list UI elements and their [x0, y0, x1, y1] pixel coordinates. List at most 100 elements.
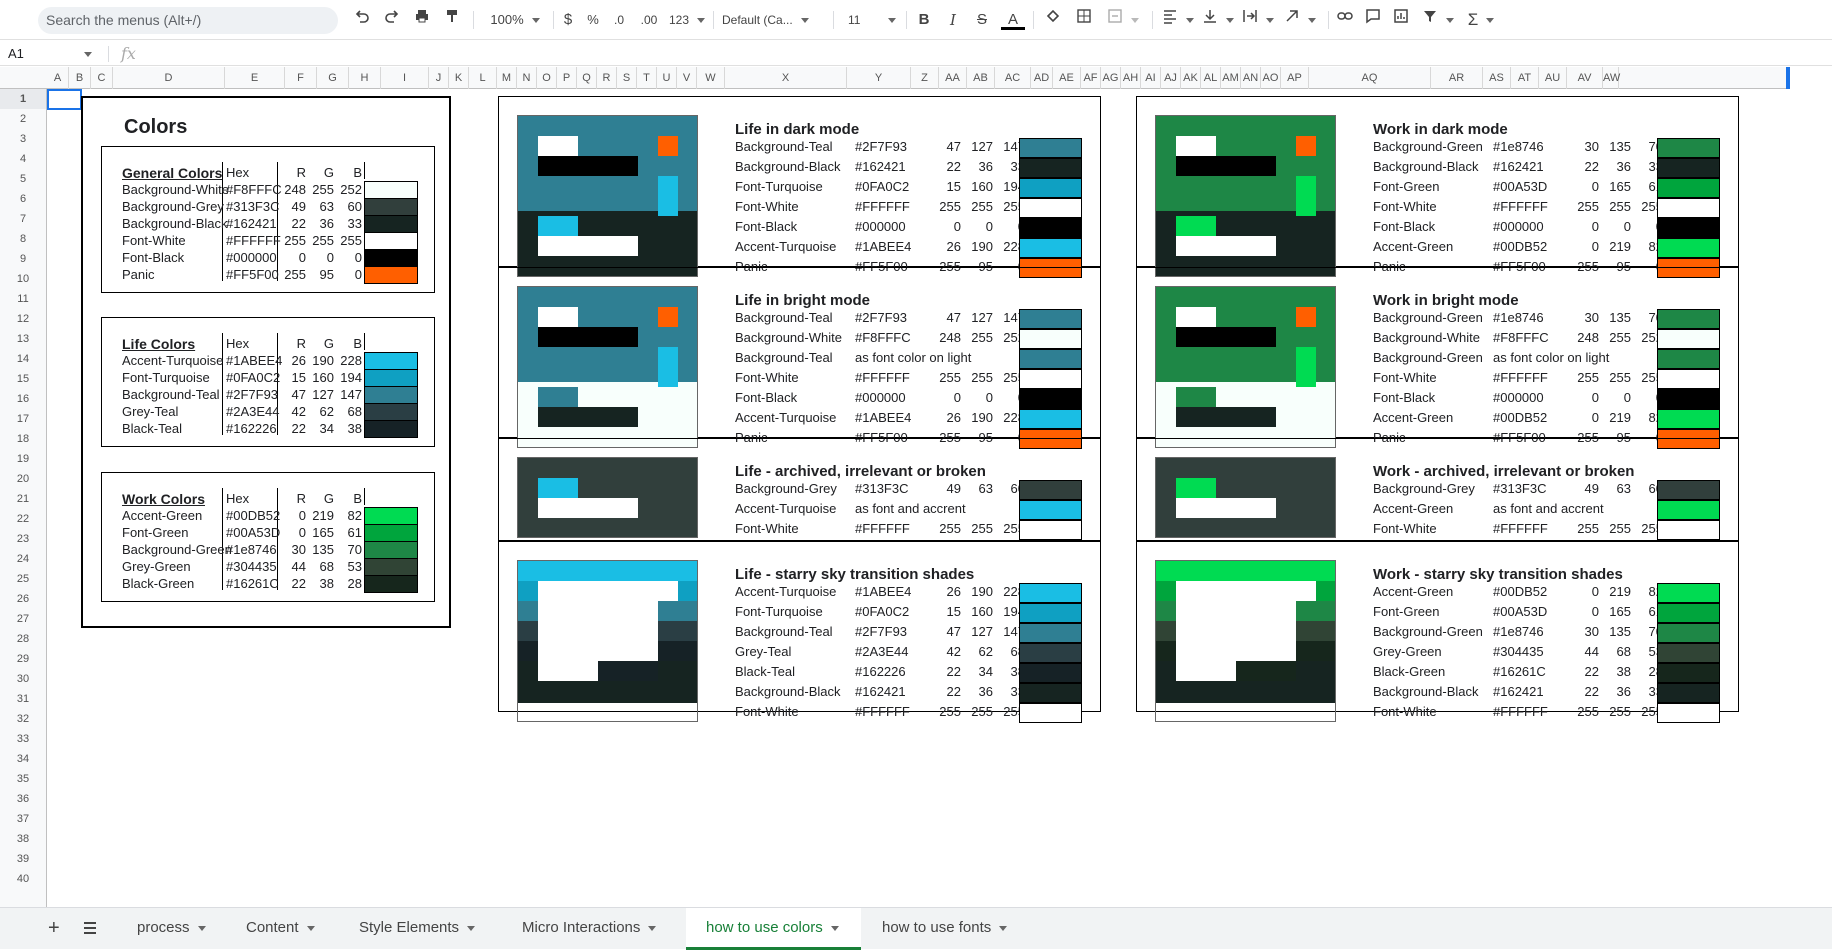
column-header[interactable]: T	[637, 67, 657, 89]
column-header[interactable]: K	[449, 67, 469, 89]
row-header[interactable]: 1	[0, 89, 46, 109]
column-header[interactable]: AN	[1241, 67, 1261, 89]
row-header[interactable]: 6	[0, 189, 46, 209]
row-header[interactable]: 29	[0, 649, 46, 669]
column-header[interactable]: P	[557, 67, 577, 89]
chart-icon[interactable]	[1390, 8, 1412, 32]
row-header[interactable]: 2	[0, 109, 46, 129]
column-header[interactable]: AP	[1281, 67, 1309, 89]
column-header[interactable]: AS	[1483, 67, 1511, 89]
all-sheets-icon[interactable]	[82, 921, 98, 940]
column-header[interactable]: I	[381, 67, 429, 89]
row-header[interactable]: 4	[0, 149, 46, 169]
row-header[interactable]: 30	[0, 669, 46, 689]
sheet-tab[interactable]: process	[117, 908, 222, 950]
font-family-select[interactable]: Default (Ca...	[722, 8, 822, 32]
column-header[interactable]: AL	[1201, 67, 1221, 89]
column-header[interactable]: J	[429, 67, 449, 89]
add-sheet-icon[interactable]: +	[48, 918, 60, 938]
column-header[interactable]: C	[91, 67, 113, 89]
column-header[interactable]: AQ	[1309, 67, 1431, 89]
column-header[interactable]: AK	[1181, 67, 1201, 89]
column-header[interactable]: AB	[967, 67, 995, 89]
column-header[interactable]: AI	[1141, 67, 1161, 89]
functions-icon[interactable]: Σ	[1462, 8, 1500, 32]
row-header[interactable]: 7	[0, 209, 46, 229]
row-header[interactable]: 27	[0, 609, 46, 629]
column-header[interactable]: AG	[1101, 67, 1121, 89]
row-header[interactable]: 19	[0, 449, 46, 469]
column-header[interactable]: X	[725, 67, 847, 89]
sheet-tab[interactable]: Micro Interactions	[502, 908, 682, 950]
column-header[interactable]: G	[317, 67, 349, 89]
comment-icon[interactable]	[1362, 8, 1384, 32]
column-header[interactable]: L	[469, 67, 497, 89]
valign-icon[interactable]	[1200, 8, 1236, 32]
row-header[interactable]: 3	[0, 129, 46, 149]
column-header[interactable]: N	[517, 67, 537, 89]
formula-input[interactable]	[148, 44, 1748, 64]
row-header[interactable]: 34	[0, 749, 46, 769]
row-header[interactable]: 32	[0, 709, 46, 729]
row-header[interactable]: 8	[0, 229, 46, 249]
font-size-select[interactable]: 11	[840, 8, 900, 32]
row-header[interactable]: 37	[0, 809, 46, 829]
percent-button[interactable]: %	[583, 8, 603, 32]
column-header[interactable]: R	[597, 67, 617, 89]
column-header[interactable]: AR	[1431, 67, 1483, 89]
row-header[interactable]: 35	[0, 769, 46, 789]
bold-button[interactable]: B	[913, 8, 935, 32]
row-header[interactable]: 24	[0, 549, 46, 569]
column-header[interactable]: E	[225, 67, 285, 89]
chevron-down-icon[interactable]	[648, 925, 657, 931]
row-header[interactable]: 28	[0, 629, 46, 649]
redo-icon[interactable]	[380, 8, 404, 32]
chevron-down-icon[interactable]	[999, 925, 1008, 931]
rotate-icon[interactable]	[1280, 8, 1320, 32]
column-header[interactable]: U	[657, 67, 677, 89]
column-header[interactable]: W	[697, 67, 725, 89]
fill-color-icon[interactable]	[1042, 8, 1064, 32]
merge-icon[interactable]	[1103, 8, 1143, 32]
row-header[interactable]: 16	[0, 389, 46, 409]
row-header[interactable]: 5	[0, 169, 46, 189]
column-header[interactable]: Q	[577, 67, 597, 89]
row-header[interactable]: 23	[0, 529, 46, 549]
column-header[interactable]: M	[497, 67, 517, 89]
column-header[interactable]: AH	[1121, 67, 1141, 89]
row-header[interactable]: 22	[0, 509, 46, 529]
row-header[interactable]: 33	[0, 729, 46, 749]
column-header[interactable]: AM	[1221, 67, 1241, 89]
row-header[interactable]: 14	[0, 349, 46, 369]
filter-icon[interactable]	[1418, 8, 1458, 32]
column-header[interactable]: D	[113, 67, 225, 89]
chevron-down-icon[interactable]	[467, 925, 476, 931]
row-header[interactable]: 31	[0, 689, 46, 709]
row-header[interactable]: 38	[0, 829, 46, 849]
chevron-down-icon[interactable]	[197, 925, 206, 931]
column-header[interactable]: AJ	[1161, 67, 1181, 89]
align-icon[interactable]	[1160, 8, 1196, 32]
text-color-button[interactable]: A	[1001, 8, 1025, 30]
wrap-icon[interactable]	[1240, 8, 1276, 32]
column-header[interactable]: AV	[1567, 67, 1603, 89]
column-header[interactable]: AU	[1539, 67, 1567, 89]
column-header[interactable]: F	[285, 67, 317, 89]
sheet-tab[interactable]: Style Elements	[339, 908, 498, 950]
column-header[interactable]: B	[69, 67, 91, 89]
row-header[interactable]: 40	[0, 869, 46, 889]
column-header[interactable]: AC	[995, 67, 1031, 89]
zoom-select[interactable]: 100%	[480, 8, 550, 32]
sheet-tab[interactable]: how to use fonts	[862, 908, 1022, 950]
column-header[interactable]: O	[537, 67, 557, 89]
column-header[interactable]: AF	[1081, 67, 1101, 89]
column-header[interactable]: H	[349, 67, 381, 89]
row-header[interactable]: 11	[0, 289, 46, 309]
column-header[interactable]: AT	[1511, 67, 1539, 89]
decrease-decimal-button[interactable]: .0	[607, 8, 631, 32]
row-header[interactable]: 26	[0, 589, 46, 609]
column-header[interactable]: Y	[847, 67, 911, 89]
column-header[interactable]: AO	[1261, 67, 1281, 89]
search-menus-input[interactable]: Search the menus (Alt+/)	[38, 7, 338, 34]
column-header[interactable]: AE	[1053, 67, 1081, 89]
